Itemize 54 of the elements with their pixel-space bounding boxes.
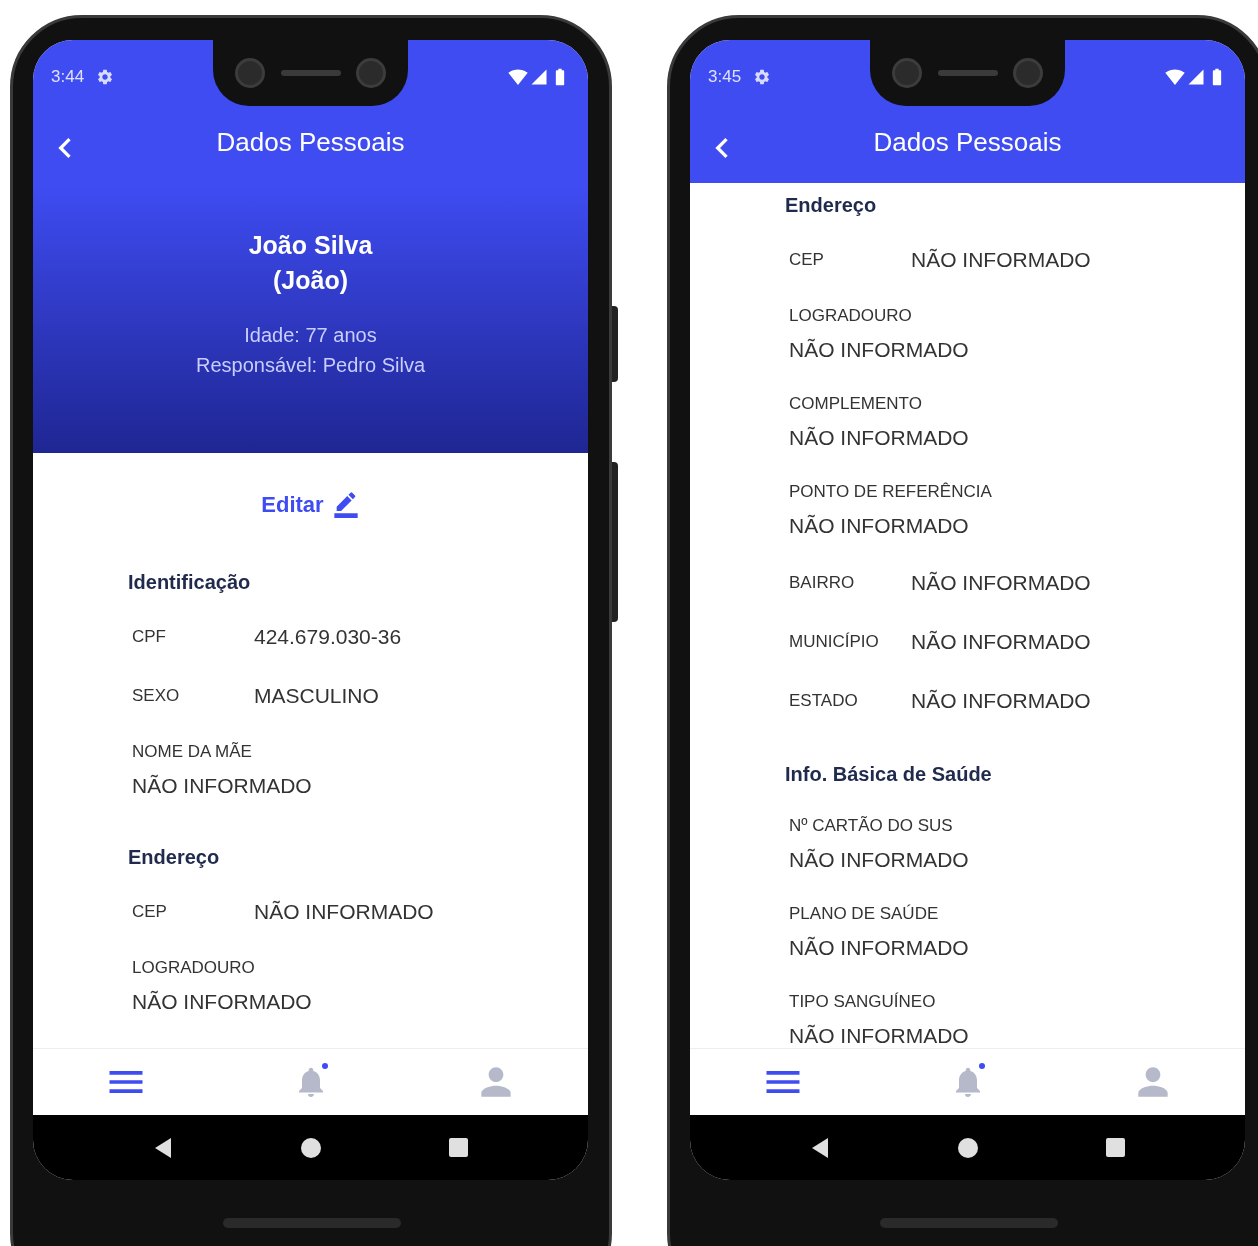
recents-square-icon (449, 1138, 468, 1157)
section-title: Info. Básica de Saúde (785, 762, 993, 787)
field-value: NÃO INFORMADO (911, 246, 1091, 273)
header-title: Dados Pessoais (216, 126, 405, 159)
field-value: NÃO INFORMADO (911, 628, 1091, 655)
field-label: COMPLEMENTO (789, 393, 922, 415)
field-value: NÃO INFORMADO (789, 337, 969, 363)
wifi-icon (508, 67, 528, 87)
field-value: NÃO INFORMADO (789, 935, 969, 961)
field-value: NÃO INFORMADO (254, 898, 434, 925)
header-title: Dados Pessoais (873, 126, 1062, 159)
settings-icon (753, 68, 772, 86)
field-label: SEXO (132, 684, 181, 707)
field-value: NÃO INFORMADO (789, 513, 969, 539)
field-value: NÃO INFORMADO (132, 989, 312, 1015)
field-value: MASCULINO (254, 682, 379, 709)
section-title: Endereço (785, 193, 878, 218)
field-label: NOME DA MÃE (132, 741, 252, 763)
field-label: LOGRADOURO (789, 305, 912, 327)
status-time: 3:44 (51, 66, 85, 89)
field-value: NÃO INFORMADO (789, 847, 969, 873)
field-value: NÃO INFORMADO (911, 687, 1091, 714)
section-title: Identificação (128, 570, 252, 595)
field-label: MUNICÍPIO (789, 630, 880, 653)
wifi-icon (1165, 67, 1185, 87)
field-label: CEP (132, 900, 168, 923)
field-value: NÃO INFORMADO (132, 773, 312, 799)
field-label: CPF (132, 625, 167, 648)
profile-detail: Idade: 77 anos (244, 323, 377, 348)
field-label: TIPO SANGUÍNEO (789, 991, 936, 1013)
field-value: 424.679.030-36 (254, 623, 402, 650)
field-label: LOGRADOURO (132, 957, 255, 979)
pencil-icon (331, 490, 360, 518)
recents-square-icon (1106, 1138, 1125, 1157)
field-label: Nº CARTÃO DO SUS (789, 815, 953, 837)
profile-nickname: (João) (273, 265, 348, 296)
field-value: NÃO INFORMADO (789, 425, 969, 451)
field-label: BAIRRO (789, 571, 856, 594)
back-triangle-icon (810, 1136, 830, 1159)
field-value: NÃO INFORMADO (789, 1023, 969, 1048)
field-label: ESTADO (789, 689, 859, 712)
profile-detail: Responsável: Pedro Silva (196, 353, 425, 378)
section-title: Endereço (128, 845, 221, 870)
field-label: PONTO DE REFERÊNCIA (789, 481, 992, 503)
field-value: NÃO INFORMADO (911, 569, 1091, 596)
signal-icon (530, 68, 548, 86)
edit-link[interactable]: Editar (261, 484, 360, 524)
field-label: CEP (789, 248, 825, 271)
profile-name: João Silva (248, 230, 373, 261)
status-time: 3:45 (708, 66, 742, 89)
signal-icon (1187, 68, 1205, 86)
settings-icon (96, 68, 115, 86)
back-triangle-icon (153, 1136, 173, 1159)
field-label: PLANO DE SAÚDE (789, 903, 939, 925)
